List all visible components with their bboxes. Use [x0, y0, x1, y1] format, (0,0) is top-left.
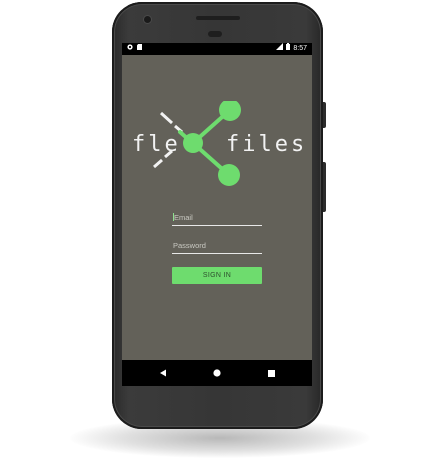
battery-icon — [286, 43, 291, 55]
power-button — [323, 102, 326, 128]
back-button[interactable] — [150, 360, 176, 386]
flexfiles-logo: fle files — [122, 101, 312, 191]
volume-button — [323, 162, 326, 212]
login-screen: fle files Email Password SIGN IN — [122, 55, 312, 360]
navigation-bar — [122, 360, 312, 386]
home-icon — [213, 364, 221, 382]
logo-text-right: files — [226, 132, 308, 157]
email-field[interactable]: Email — [172, 212, 262, 226]
recents-button[interactable] — [258, 360, 284, 386]
recents-icon — [267, 364, 275, 382]
sign-in-button[interactable]: SIGN IN — [172, 267, 262, 284]
email-placeholder: Email — [174, 213, 193, 222]
status-time: 8:57 — [293, 45, 307, 52]
device-mockup: 8:57 fle files Email Password SIGN IN — [0, 0, 435, 473]
front-camera — [144, 16, 151, 23]
password-field[interactable]: Password — [172, 240, 262, 254]
signal-icon — [276, 43, 284, 55]
home-button[interactable] — [204, 360, 230, 386]
back-icon — [159, 364, 167, 382]
phone-body: 8:57 fle files Email Password SIGN IN — [112, 2, 326, 429]
logo-text-left: fle — [132, 132, 181, 157]
password-placeholder: Password — [173, 241, 206, 250]
sd-card-icon — [137, 43, 142, 55]
earpiece-speaker — [196, 16, 240, 20]
proximity-sensor — [208, 31, 222, 37]
status-bar: 8:57 — [122, 43, 312, 55]
notification-icon — [127, 43, 133, 55]
phone-screen: 8:57 fle files Email Password SIGN IN — [122, 43, 312, 386]
